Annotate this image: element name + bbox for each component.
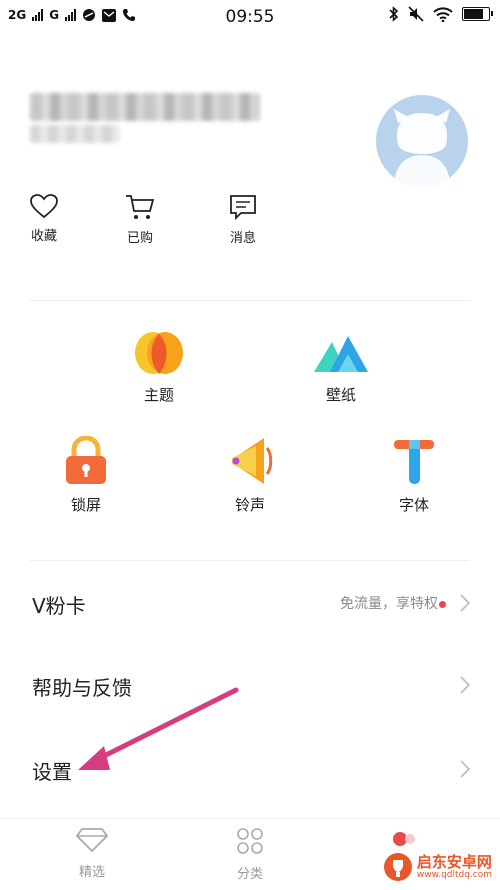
theme-icon bbox=[135, 332, 183, 374]
divider bbox=[30, 560, 470, 561]
watermark-logo-icon bbox=[383, 853, 412, 881]
bluetooth-icon bbox=[389, 6, 399, 22]
tile-font[interactable]: 字体 bbox=[354, 436, 474, 515]
heart-icon bbox=[30, 194, 58, 219]
quick-actions: 收藏 已购 消息 bbox=[0, 193, 500, 253]
quick-purchased-label: 已购 bbox=[126, 231, 153, 246]
grid-icon bbox=[237, 828, 263, 854]
chevron-right-icon bbox=[460, 676, 470, 694]
avatar[interactable] bbox=[376, 95, 468, 187]
profile-name-blurred[interactable] bbox=[30, 93, 260, 121]
tab-featured[interactable]: 精选 bbox=[42, 827, 142, 880]
tile-theme-label: 主题 bbox=[143, 386, 174, 404]
battery-icon bbox=[462, 7, 493, 21]
quick-favorites-label: 收藏 bbox=[30, 229, 57, 244]
ringtone-icon bbox=[232, 438, 273, 484]
quick-purchased[interactable]: 已购 bbox=[110, 193, 170, 246]
status-bar: 2G G 09:55 bbox=[0, 0, 500, 36]
diamond-icon bbox=[75, 828, 109, 853]
status-right bbox=[389, 6, 493, 22]
profile-tab-icon bbox=[393, 832, 415, 846]
bottom-tab-bar: 精选 分类 启东安卓网 www.qdltdq.com bbox=[0, 818, 500, 890]
profile-id-blurred bbox=[30, 125, 120, 143]
tab-categories-label: 分类 bbox=[236, 867, 263, 882]
chevron-right-icon bbox=[460, 594, 470, 612]
tab-categories[interactable]: 分类 bbox=[200, 827, 300, 882]
notification-dot bbox=[439, 601, 446, 608]
watermark: 启东安卓网 www.qdltdq.com bbox=[383, 852, 492, 882]
tab-featured-label: 精选 bbox=[78, 865, 105, 880]
tile-lockscreen[interactable]: 锁屏 bbox=[26, 436, 146, 515]
cart-icon bbox=[126, 195, 155, 219]
help-title: 帮助与反馈 bbox=[32, 676, 132, 700]
settings-title: 设置 bbox=[32, 760, 72, 784]
default-avatar-icon bbox=[394, 109, 450, 187]
tile-font-label: 字体 bbox=[398, 496, 429, 514]
tile-lockscreen-label: 锁屏 bbox=[70, 496, 101, 514]
tab-mine[interactable] bbox=[360, 827, 440, 851]
menu-row-vcard[interactable]: V粉卡 免流量，享特权 bbox=[0, 574, 500, 634]
message-icon bbox=[230, 195, 256, 221]
menu-row-help[interactable]: 帮助与反馈 bbox=[0, 656, 500, 716]
tile-wallpaper[interactable]: 壁纸 bbox=[281, 330, 401, 405]
menu-row-settings[interactable]: 设置 bbox=[0, 740, 500, 800]
tile-wallpaper-label: 壁纸 bbox=[325, 386, 356, 404]
watermark-url: www.qdltdq.com bbox=[416, 870, 492, 880]
tile-theme[interactable]: 主题 bbox=[99, 330, 219, 405]
chevron-right-icon bbox=[460, 760, 470, 778]
vcard-title: V粉卡 bbox=[32, 594, 86, 618]
watermark-title: 启东安卓网 bbox=[416, 853, 492, 871]
quick-messages[interactable]: 消息 bbox=[213, 193, 273, 246]
quick-favorites[interactable]: 收藏 bbox=[14, 193, 74, 244]
tile-ringtone-label: 铃声 bbox=[234, 496, 265, 514]
quick-messages-label: 消息 bbox=[229, 231, 256, 246]
wifi-icon bbox=[433, 6, 453, 22]
font-icon bbox=[394, 440, 434, 484]
lockscreen-icon bbox=[66, 436, 106, 484]
vcard-promo: 免流量，享特权 bbox=[340, 596, 438, 612]
mute-icon bbox=[408, 6, 424, 22]
wallpaper-icon bbox=[314, 336, 368, 372]
divider bbox=[30, 300, 470, 301]
tile-ringtone[interactable]: 铃声 bbox=[190, 436, 310, 515]
